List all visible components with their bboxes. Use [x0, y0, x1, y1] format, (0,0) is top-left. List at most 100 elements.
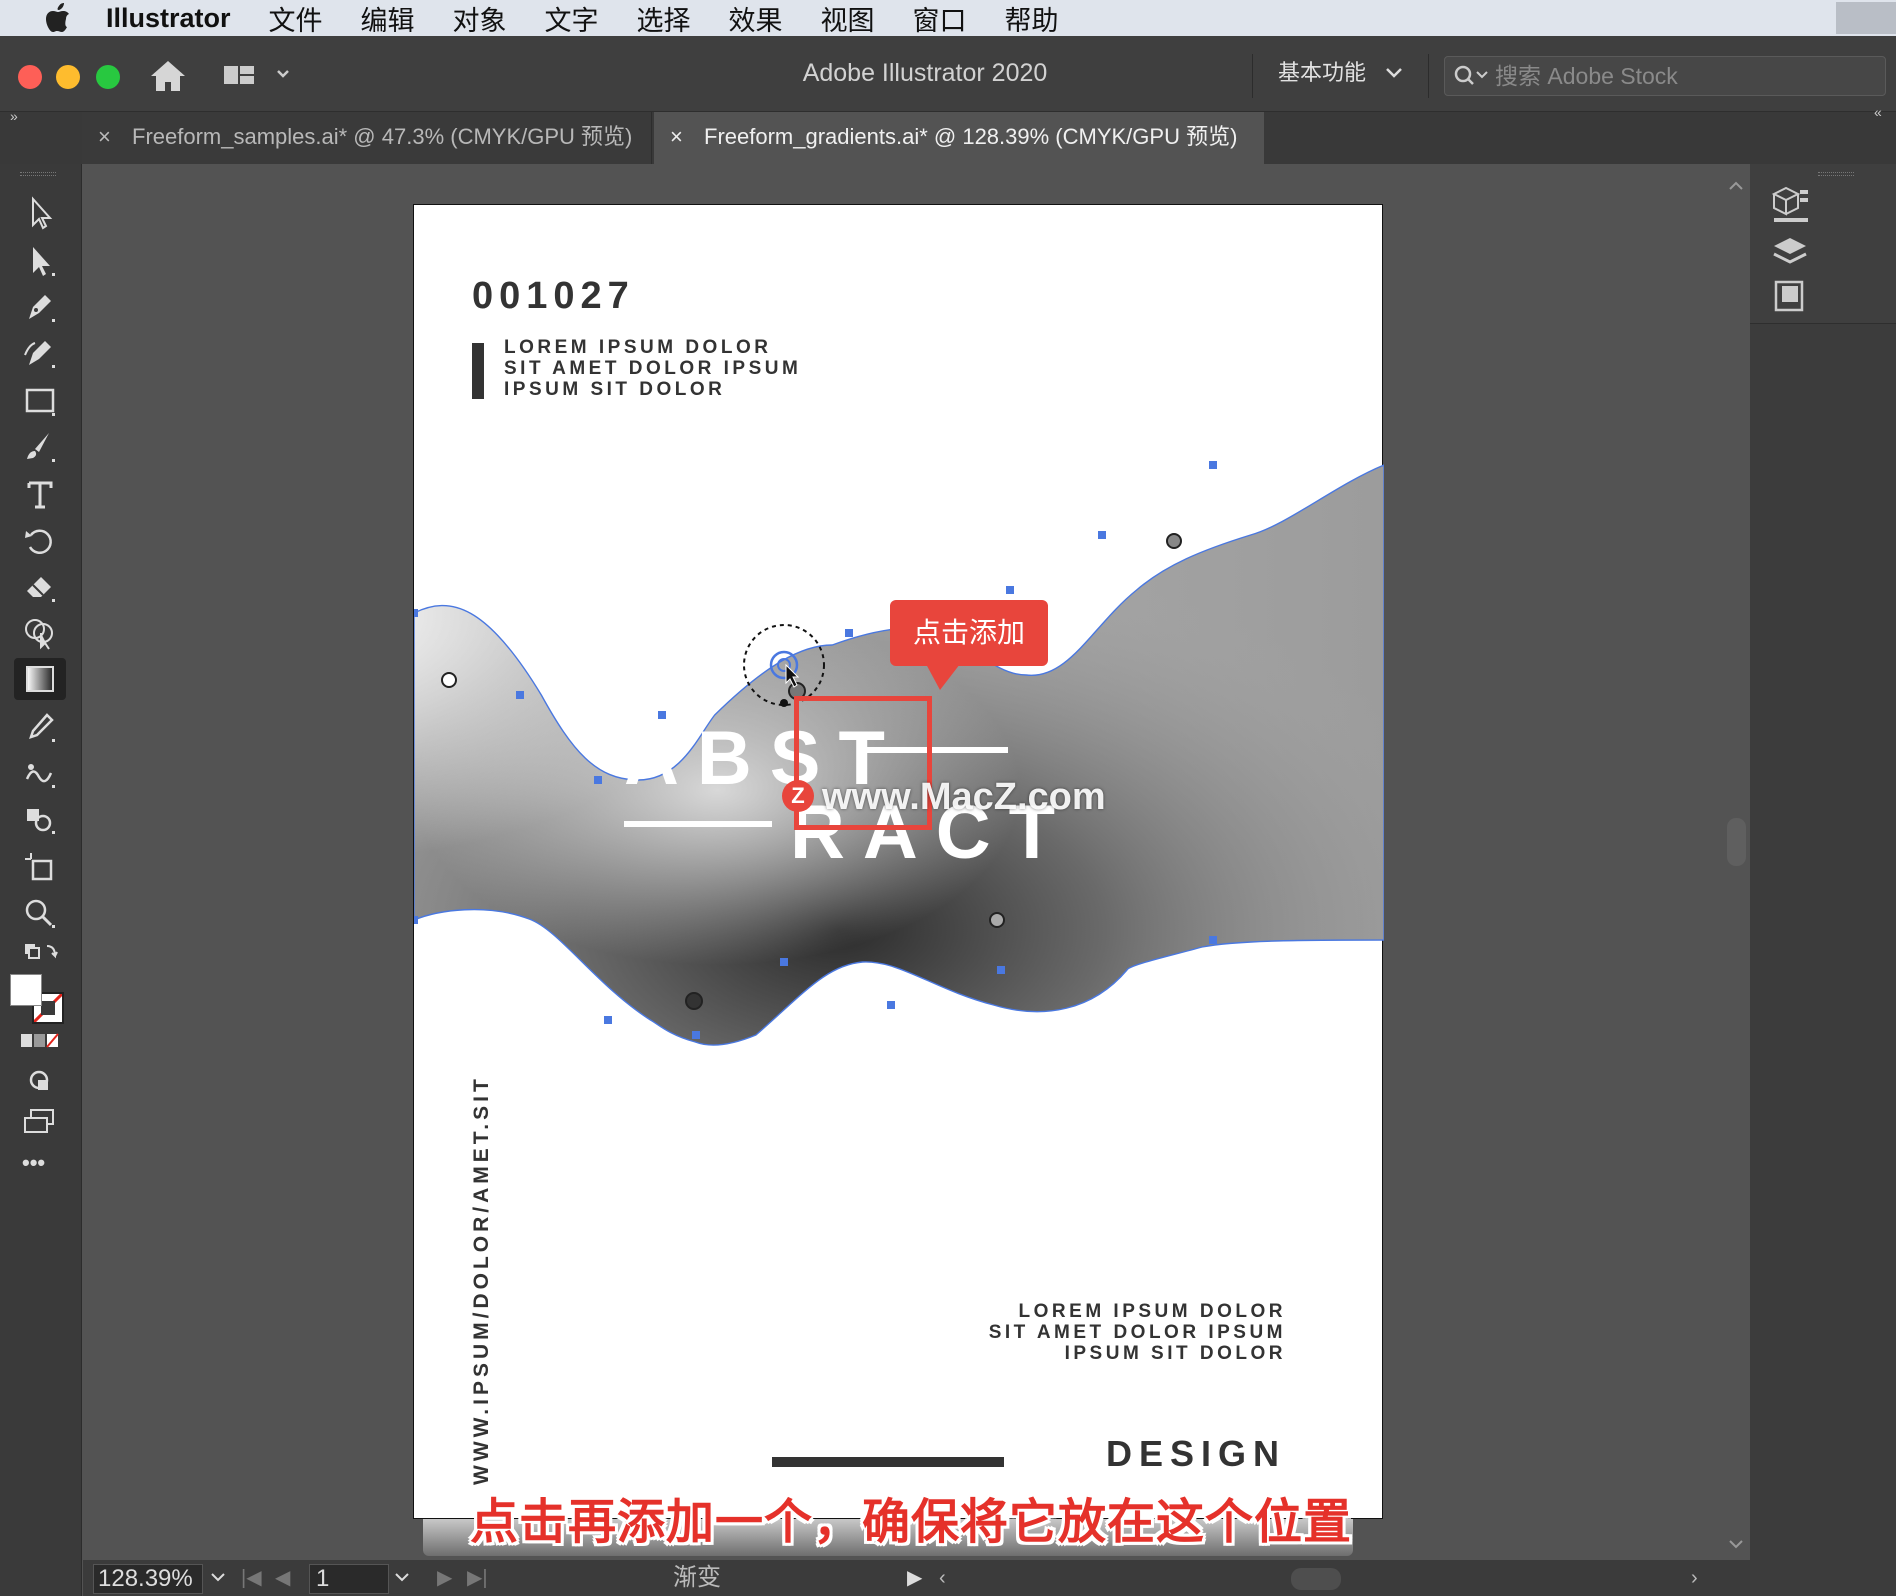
- workspace-switcher[interactable]: 基本功能: [1278, 36, 1366, 112]
- menu-help[interactable]: 帮助: [1005, 0, 1059, 38]
- tab-freeform-gradients[interactable]: × Freeform_gradients.ai* @ 128.39% (CMYK…: [654, 112, 1264, 164]
- watermark-text: www.MacZ.com: [822, 776, 1106, 818]
- artboards-panel-icon[interactable]: [1768, 276, 1812, 318]
- rotate-tool-icon[interactable]: [14, 520, 66, 562]
- more-tools-button[interactable]: •••: [22, 1150, 45, 1176]
- tab-label: Freeform_gradients.ai* @ 128.39% (CMYK/G…: [704, 124, 1238, 149]
- shape-builder-tool-icon[interactable]: [14, 612, 66, 654]
- zoom-tool-icon[interactable]: [14, 892, 66, 934]
- drawing-mode-icon[interactable]: [14, 1064, 66, 1100]
- libraries-icon[interactable]: [1768, 184, 1812, 226]
- tab-freeform-samples[interactable]: × Freeform_samples.ai* @ 47.3% (CMYK/GPU…: [82, 112, 652, 164]
- artboard[interactable]: 001027 LOREM IPSUM DOLOR SIT AMET DOLOR …: [413, 204, 1384, 1519]
- blend-tool-icon[interactable]: [14, 752, 66, 794]
- panel-dock: «: [1750, 104, 1896, 1596]
- menu-window[interactable]: 窗口: [913, 0, 967, 38]
- horizontal-scrollbar-thumb[interactable]: [1291, 1568, 1341, 1590]
- chevron-down-icon[interactable]: [1384, 62, 1404, 82]
- last-artboard-button[interactable]: ▶|: [467, 1564, 488, 1592]
- eraser-tool-icon[interactable]: [14, 566, 66, 608]
- callout-pointer: [926, 664, 960, 690]
- canvas-area[interactable]: 001027 LOREM IPSUM DOLOR SIT AMET DOLOR …: [83, 164, 1723, 1560]
- symbol-sprayer-tool-icon[interactable]: [14, 798, 66, 840]
- collapse-dock-toggle[interactable]: «: [1874, 104, 1882, 120]
- previous-artboard-button[interactable]: ◀: [275, 1564, 290, 1592]
- paintbrush-tool-icon[interactable]: [14, 426, 66, 468]
- minimize-window-button[interactable]: [56, 65, 80, 89]
- design-label: DESIGN: [1105, 1433, 1286, 1474]
- window-title: Adobe Illustrator 2020: [802, 59, 1048, 87]
- type-tool-icon[interactable]: [14, 474, 66, 516]
- menu-app-name[interactable]: Illustrator: [106, 3, 231, 34]
- search-icon: [1453, 63, 1493, 89]
- design-bar: [772, 1457, 1004, 1467]
- apple-icon[interactable]: [40, 0, 76, 36]
- screen-mode-icon[interactable]: [14, 1104, 66, 1140]
- menu-view[interactable]: 视图: [821, 0, 875, 38]
- lorem-line: IPSUM SIT DOLOR: [1064, 1343, 1286, 1364]
- fill-swatch[interactable]: [10, 974, 42, 1006]
- close-tab-icon[interactable]: ×: [98, 112, 111, 162]
- app-title-bar: Adobe Illustrator 2020 基本功能 搜索 Adobe Sto…: [0, 36, 1896, 112]
- stock-search-box[interactable]: 搜索 Adobe Stock: [1444, 56, 1886, 96]
- artboard-number-field[interactable]: 1: [309, 1564, 389, 1594]
- title-divider: [1428, 54, 1429, 98]
- zoom-window-button[interactable]: [96, 65, 120, 89]
- swap-fill-stroke-icon[interactable]: [14, 938, 66, 974]
- rectangle-tool-icon[interactable]: [14, 380, 66, 422]
- document-tab-bar: » × Freeform_samples.ai* @ 47.3% (CMYK/G…: [0, 108, 1896, 164]
- menubar-status-item[interactable]: [1836, 2, 1896, 34]
- artboard-tool-icon[interactable]: [14, 846, 66, 888]
- scroll-down-icon[interactable]: [1723, 1534, 1750, 1554]
- fill-stroke-swatches[interactable]: [10, 974, 70, 1026]
- dock-grip[interactable]: [1818, 172, 1854, 176]
- current-tool-status: 渐变: [673, 1564, 721, 1591]
- status-bar: 128.39% |◀ ◀ 1 ▶ ▶| 渐变 ▶ ‹ ›: [83, 1560, 1750, 1596]
- direct-selection-tool-icon[interactable]: [14, 240, 66, 282]
- scroll-right-icon[interactable]: ›: [1691, 1564, 1698, 1592]
- selection-tool-icon[interactable]: [14, 192, 66, 234]
- vertical-url: WWW.IPSUM/DOLOR/AMET.SIT: [470, 1075, 493, 1485]
- lorem-line: SIT AMET DOLOR IPSUM: [504, 358, 802, 379]
- toolbar-grip[interactable]: [20, 172, 56, 176]
- tutorial-callout: 点击添加: [890, 600, 1048, 666]
- color-mode-buttons[interactable]: [14, 1026, 66, 1056]
- close-tab-icon[interactable]: ×: [670, 112, 683, 162]
- menu-object[interactable]: 对象: [453, 0, 507, 38]
- close-window-button[interactable]: [18, 65, 42, 89]
- lorem-line: SIT AMET DOLOR IPSUM: [988, 1322, 1286, 1343]
- expand-toolbar-toggle[interactable]: »: [10, 108, 18, 124]
- lorem-paragraph-bottom: LOREM IPSUM DOLOR SIT AMET DOLOR IPSUM I…: [989, 1301, 1286, 1364]
- eyedropper-tool-icon[interactable]: [14, 706, 66, 748]
- menu-select[interactable]: 选择: [637, 0, 691, 38]
- lorem-paragraph-top: LOREM IPSUM DOLOR SIT AMET DOLOR IPSUM I…: [504, 337, 801, 400]
- arrange-documents-icon[interactable]: [222, 60, 292, 90]
- video-subtitle: 点击再添加一个，确保将它放在这个位置: [470, 1496, 1353, 1549]
- menu-effect[interactable]: 效果: [729, 0, 783, 38]
- artboard-dropdown-icon[interactable]: [395, 1572, 409, 1582]
- pen-tool-icon[interactable]: [14, 286, 66, 328]
- lorem-line: IPSUM SIT DOLOR: [504, 379, 726, 400]
- accent-bar: [472, 343, 484, 399]
- menu-file[interactable]: 文件: [269, 0, 323, 38]
- next-artboard-button[interactable]: ▶: [437, 1564, 452, 1592]
- layers-icon[interactable]: [1768, 232, 1812, 274]
- first-artboard-button[interactable]: |◀: [241, 1564, 262, 1592]
- scroll-up-icon[interactable]: [1723, 176, 1750, 196]
- zoom-level-field[interactable]: 128.39%: [93, 1564, 203, 1594]
- status-menu-button[interactable]: ▶: [907, 1564, 922, 1592]
- zoom-dropdown-icon[interactable]: [211, 1572, 225, 1582]
- stock-search-placeholder: 搜索 Adobe Stock: [1495, 63, 1678, 89]
- title-rule: [624, 821, 772, 827]
- gradient-tool-icon[interactable]: [14, 658, 66, 700]
- menu-type[interactable]: 文字: [545, 0, 599, 38]
- scroll-left-icon[interactable]: ‹: [939, 1564, 946, 1592]
- vertical-scrollbar[interactable]: [1723, 164, 1750, 1560]
- dock-icons: [1750, 164, 1896, 324]
- menu-edit[interactable]: 编辑: [361, 0, 415, 38]
- lorem-line: LOREM IPSUM DOLOR: [504, 337, 772, 358]
- home-icon[interactable]: [148, 58, 188, 94]
- curvature-tool-icon[interactable]: [14, 332, 66, 374]
- lorem-line: LOREM IPSUM DOLOR: [1018, 1301, 1286, 1322]
- scrollbar-thumb[interactable]: [1727, 818, 1746, 866]
